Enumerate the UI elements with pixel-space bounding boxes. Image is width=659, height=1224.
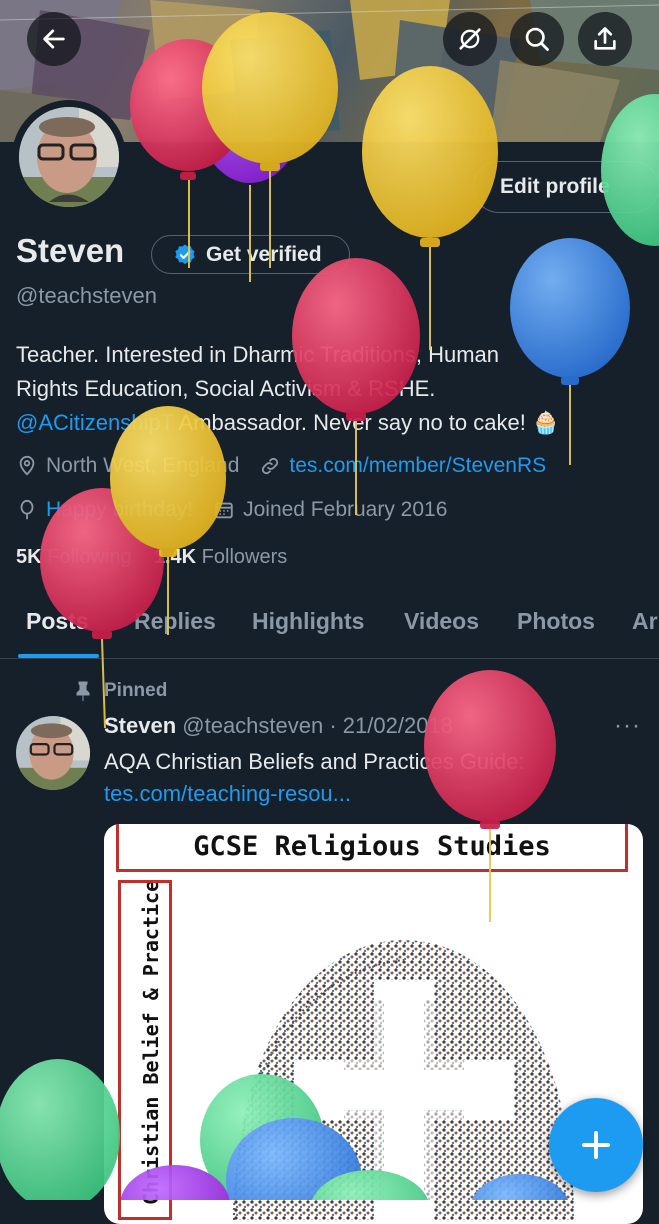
- pin-icon: [76, 681, 90, 701]
- search-icon: [525, 27, 549, 51]
- share-button[interactable]: [578, 12, 632, 66]
- edit-profile-button[interactable]: Edit profile: [473, 161, 659, 213]
- post-avatar[interactable]: [16, 716, 90, 790]
- location-text: North West, England: [46, 454, 240, 477]
- followers-label: Followers: [201, 546, 288, 568]
- media-title: GCSE Religious Studies: [193, 830, 551, 862]
- back-button[interactable]: [27, 12, 81, 66]
- search-button[interactable]: [510, 12, 564, 66]
- tab-replies[interactable]: Replies: [134, 608, 216, 635]
- bio-mention-link[interactable]: @ACitizenshipT: [16, 410, 174, 435]
- plus-icon: [582, 1131, 610, 1159]
- balloon-icon: [20, 499, 34, 520]
- follow-stats: 5K Following 1.4K Followers: [16, 546, 287, 569]
- following-label: Following: [47, 546, 132, 568]
- profile-meta-row-1: North West, England tes.com/member/Steve…: [16, 454, 566, 478]
- location-item: North West, England: [16, 454, 239, 478]
- media-side-text: Christian Belief & Practice: [139, 880, 163, 1205]
- verified-badge-icon: [175, 244, 195, 264]
- profile-name: Steven: [16, 232, 125, 269]
- joined-item: Joined February 2016: [213, 498, 447, 522]
- get-verified-label: Get verified: [206, 242, 322, 266]
- post-body: AQA Christian Beliefs and Practices Guid…: [104, 746, 644, 810]
- following-link[interactable]: 5K Following: [16, 546, 132, 568]
- post-text: AQA Christian Beliefs and Practices Guid…: [104, 749, 525, 774]
- birthday-text: Happy birthday!: [46, 498, 194, 521]
- compose-button[interactable]: [549, 1098, 643, 1192]
- following-count: 5K: [16, 546, 42, 568]
- website-item[interactable]: tes.com/member/StevenRS: [259, 454, 546, 478]
- no-signal-icon: [459, 28, 481, 50]
- tab-videos[interactable]: Videos: [404, 608, 479, 635]
- post-meta: @teachsteven · 21/02/2018: [176, 713, 453, 738]
- arrow-left-icon: [43, 29, 65, 49]
- joined-text: Joined February 2016: [243, 498, 448, 521]
- followers-count: 1.4K: [153, 546, 197, 568]
- birthday-item: Happy birthday!: [16, 498, 193, 522]
- link-icon: [262, 457, 279, 475]
- post-author[interactable]: Steven: [104, 713, 176, 738]
- bio-line-1: Teacher. Interested in Dharmic Tradition…: [16, 342, 500, 367]
- post-more-button[interactable]: ···: [614, 712, 641, 740]
- profile-tabs: Posts Replies Highlights Videos Photos A…: [0, 590, 659, 659]
- pinned-label: Pinned: [74, 680, 167, 702]
- avatar-photo: [19, 107, 119, 207]
- pinned-text: Pinned: [104, 680, 168, 701]
- share-icon: [594, 27, 616, 50]
- tab-highlights[interactable]: Highlights: [252, 608, 364, 635]
- crowd-cross-illustration: [233, 940, 574, 1220]
- website-link[interactable]: tes.com/member/StevenRS: [289, 454, 546, 478]
- profile-meta-row-2: Happy birthday! Joined February 2016: [16, 498, 467, 522]
- no-signal-button[interactable]: [443, 12, 497, 66]
- profile-avatar[interactable]: [12, 100, 126, 214]
- tab-articles[interactable]: Ar: [632, 608, 658, 635]
- post-avatar-photo: [16, 716, 90, 790]
- followers-link[interactable]: 1.4K Followers: [154, 546, 287, 568]
- get-verified-button[interactable]: Get verified: [151, 235, 350, 274]
- profile-bio: Teacher. Interested in Dharmic Tradition…: [16, 338, 646, 440]
- location-pin-icon: [19, 455, 35, 476]
- edit-profile-label: Edit profile: [500, 175, 610, 198]
- tab-active-indicator: [18, 654, 99, 658]
- calendar-icon: [215, 502, 233, 519]
- post-header: Steven @teachsteven · 21/02/2018: [104, 713, 453, 739]
- profile-handle: @teachsteven: [16, 283, 157, 308]
- bio-line-2: Rights Education, Social Activism & RSHE…: [16, 376, 436, 401]
- bio-line-3: @ACitizenshipT Ambassador. Never say no …: [16, 406, 646, 440]
- media-title-box: GCSE Religious Studies: [116, 824, 628, 872]
- post-link[interactable]: tes.com/teaching-resou...: [104, 778, 644, 810]
- bio-line-3-text: Ambassador. Never say no to cake! 🧁: [173, 410, 560, 435]
- tab-posts[interactable]: Posts: [26, 608, 89, 635]
- media-side-box: Christian Belief & Practice: [118, 880, 172, 1220]
- tab-photos[interactable]: Photos: [517, 608, 595, 635]
